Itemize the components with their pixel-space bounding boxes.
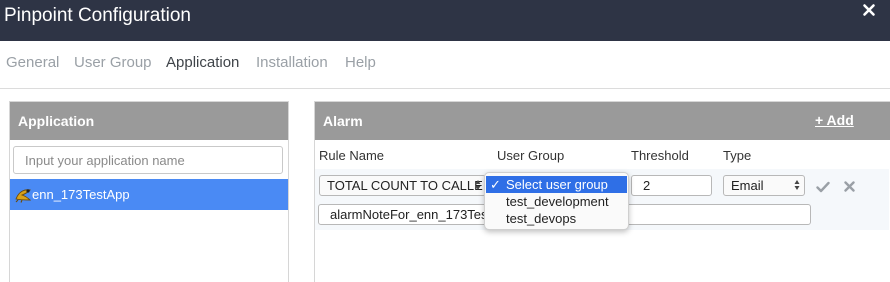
add-alarm-button[interactable]: + Add bbox=[815, 102, 854, 138]
threshold-input[interactable]: 2 bbox=[631, 175, 712, 196]
type-select[interactable]: Email bbox=[723, 175, 805, 196]
tab-application[interactable]: Application bbox=[166, 54, 239, 72]
tab-installation[interactable]: Installation bbox=[256, 54, 328, 72]
window-title: Pinpoint Configuration bbox=[4, 5, 191, 26]
dropdown-option-label: Select user group bbox=[506, 177, 608, 192]
type-value: Email bbox=[731, 178, 764, 193]
application-list-item[interactable]: enn_173TestApp bbox=[10, 179, 288, 210]
application-search-input[interactable] bbox=[13, 146, 283, 174]
dropdown-option-test-development[interactable]: test_development bbox=[486, 193, 627, 210]
check-icon[interactable] bbox=[816, 181, 830, 193]
alarm-panel-header: Alarm + Add bbox=[315, 102, 890, 140]
title-bar: Pinpoint Configuration bbox=[0, 0, 890, 41]
dropdown-option-select-user-group[interactable]: ✓ Select user group bbox=[486, 176, 627, 193]
remove-icon[interactable] bbox=[844, 181, 855, 192]
rule-name-value: TOTAL COUNT TO CALLE bbox=[327, 178, 483, 193]
close-icon[interactable] bbox=[862, 3, 876, 17]
user-group-dropdown[interactable]: ✓ Select user group test_development tes… bbox=[484, 172, 629, 230]
column-header-type: Type bbox=[723, 148, 752, 163]
application-panel: Application enn_173TestApp bbox=[9, 101, 289, 282]
tab-general[interactable]: General bbox=[6, 54, 59, 72]
dropdown-option-test-devops[interactable]: test_devops bbox=[486, 210, 627, 227]
select-arrows-icon bbox=[794, 180, 800, 190]
select-arrows-icon bbox=[475, 180, 481, 190]
application-panel-header: Application bbox=[10, 102, 288, 140]
tab-bar: General User Group Application Installat… bbox=[0, 41, 890, 89]
check-icon: ✓ bbox=[490, 177, 501, 192]
java-app-icon bbox=[15, 189, 32, 203]
column-header-threshold: Threshold bbox=[631, 148, 689, 163]
application-item-label: enn_173TestApp bbox=[32, 187, 130, 202]
rule-name-select[interactable]: TOTAL COUNT TO CALLE bbox=[319, 175, 486, 196]
tab-user-group[interactable]: User Group bbox=[74, 54, 152, 72]
tab-help[interactable]: Help bbox=[345, 54, 376, 72]
alarm-panel-title: Alarm bbox=[323, 113, 363, 129]
column-header-user-group: User Group bbox=[497, 148, 565, 163]
tabs-divider bbox=[0, 88, 890, 89]
column-header-rule-name: Rule Name bbox=[319, 148, 385, 163]
